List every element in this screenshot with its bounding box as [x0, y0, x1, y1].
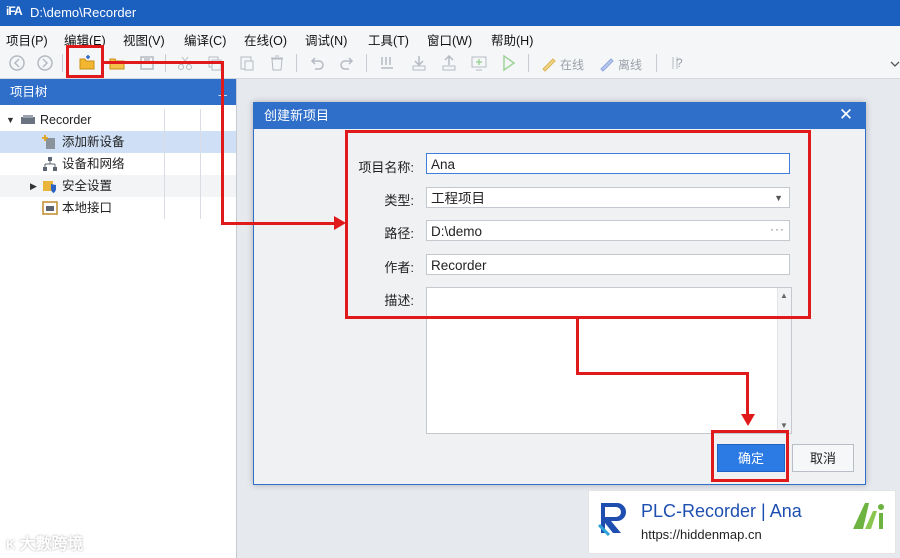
close-icon[interactable]: ✕ — [837, 106, 855, 124]
menu-project[interactable]: 项目(P) — [6, 30, 48, 49]
tree-gridline — [164, 175, 165, 197]
window-title: D:\demo\Recorder — [30, 5, 137, 20]
project-tree-panel: 项目树 ⊥ ▼ Recorder 添加新设备 设备和网络 ▶ 安全设置 本地接口 — [0, 79, 237, 558]
network-icon — [42, 156, 58, 172]
highlight-new-project — [66, 45, 104, 78]
annotation-arrow-icon — [741, 414, 755, 426]
menu-window[interactable]: 窗口(W) — [427, 30, 472, 49]
redo-icon[interactable] — [338, 54, 356, 72]
tree-gridline — [164, 153, 165, 175]
compile-icon[interactable] — [378, 54, 396, 72]
watermark: K 大數跨境 — [6, 530, 83, 554]
undo-icon[interactable] — [308, 54, 326, 72]
tree-gridline — [200, 197, 201, 219]
banner-title: PLC-Recorder | Ana — [641, 501, 802, 521]
forward-icon[interactable] — [36, 54, 54, 72]
tree-gridline — [200, 109, 201, 131]
tree-item-add-device[interactable]: 添加新设备 — [0, 131, 236, 153]
tree-item-label: 添加新设备 — [62, 135, 125, 149]
title-bar: iFA D:\demo\Recorder — [0, 0, 900, 26]
toolbar-separator — [528, 54, 529, 72]
menu-view[interactable]: 视图(V) — [123, 30, 165, 49]
tree-root[interactable]: ▼ Recorder — [0, 109, 236, 131]
help-bar-icon — [666, 54, 678, 72]
toolbar-separator — [296, 54, 297, 72]
menu-help[interactable]: 帮助(H) — [491, 30, 533, 49]
cancel-button[interactable]: 取消 — [792, 444, 854, 472]
annotation-line — [221, 222, 339, 225]
tree-item-devices-networks[interactable]: 设备和网络 — [0, 153, 236, 175]
menu-debug[interactable]: 调试(N) — [305, 30, 347, 49]
menu-compile[interactable]: 编译(C) — [184, 30, 226, 49]
go-online-label[interactable]: 在线 — [560, 56, 584, 73]
go-offline-icon[interactable] — [598, 54, 616, 72]
paste-icon[interactable] — [238, 54, 256, 72]
banner-url[interactable]: https://hiddenmap.cn — [641, 527, 762, 542]
delete-icon[interactable] — [268, 54, 286, 72]
tree-gridline — [164, 131, 165, 153]
tree-gridline — [164, 197, 165, 219]
ai-logo-icon — [851, 501, 887, 531]
simulate-icon[interactable] — [500, 54, 518, 72]
tree-gridline — [200, 175, 201, 197]
toolbar-separator — [366, 54, 367, 72]
tree-item-label: 设备和网络 — [62, 157, 125, 171]
expand-arrow-icon[interactable]: ▼ — [6, 109, 15, 131]
tree-gridline — [200, 131, 201, 153]
toolbar-separator — [62, 54, 63, 72]
watermark-logo-icon: K — [6, 537, 16, 552]
tree-item-label: 本地接口 — [62, 201, 113, 215]
local-interface-icon — [42, 200, 58, 216]
download-icon[interactable] — [410, 54, 428, 72]
go-offline-label[interactable]: 离线 — [618, 56, 642, 73]
plc-recorder-logo-icon — [597, 499, 631, 537]
tree-item-local-interface[interactable]: 本地接口 — [0, 197, 236, 219]
expand-arrow-icon[interactable]: ▶ — [30, 175, 37, 197]
app-logo: iFA — [6, 4, 23, 18]
tree-item-label: 安全设置 — [62, 179, 113, 193]
project-tree-header: 项目树 ⊥ — [0, 79, 236, 105]
tree-gridline — [164, 109, 165, 131]
watermark-text: 大數跨境 — [19, 536, 84, 553]
menu-tools[interactable]: 工具(T) — [368, 30, 409, 49]
tree-gridline — [200, 153, 201, 175]
toolbar-separator — [656, 54, 657, 72]
tree-root-label: Recorder — [40, 113, 92, 127]
plc-icon — [20, 112, 36, 128]
annotation-line — [221, 61, 224, 225]
project-tree-title: 项目树 — [10, 85, 48, 99]
annotation-line — [104, 61, 224, 64]
annotation-line — [576, 318, 579, 375]
scroll-down-icon[interactable]: ▼ — [780, 421, 788, 430]
promo-banner: PLC-Recorder | Ana https://hiddenmap.cn — [588, 490, 896, 554]
monitor-icon[interactable] — [470, 54, 488, 72]
tree-item-security[interactable]: ▶ 安全设置 — [0, 175, 236, 197]
annotation-line — [746, 372, 749, 417]
back-icon[interactable] — [8, 54, 26, 72]
menu-bar: 项目(P) 编辑(E) 视图(V) 编译(C) 在线(O) 调试(N) 工具(T… — [0, 26, 900, 48]
chevron-down-icon[interactable] — [886, 54, 900, 72]
annotation-line — [576, 372, 749, 375]
add-device-icon — [42, 134, 58, 150]
menu-online[interactable]: 在线(O) — [244, 30, 287, 49]
shield-icon — [42, 178, 58, 194]
upload-icon[interactable] — [440, 54, 458, 72]
dialog-header: 创建新项目 ✕ — [254, 103, 865, 129]
dialog-title: 创建新项目 — [264, 108, 330, 123]
highlight-form-fields — [345, 130, 811, 319]
go-online-icon[interactable] — [540, 54, 558, 72]
highlight-ok-button — [711, 430, 789, 482]
help-icon[interactable]: ? — [676, 56, 683, 70]
